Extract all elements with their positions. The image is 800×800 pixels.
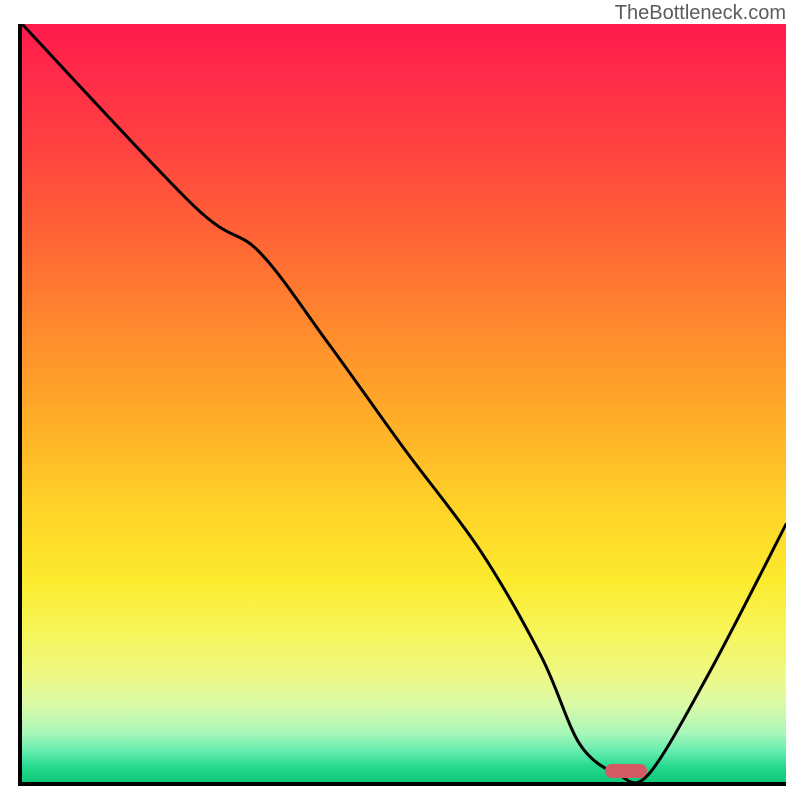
- curve-path: [22, 24, 786, 782]
- optimum-marker: [605, 764, 647, 778]
- curve-svg: [22, 24, 786, 782]
- plot-area: [18, 24, 786, 786]
- chart-stage: TheBottleneck.com: [0, 0, 800, 800]
- watermark-text: TheBottleneck.com: [615, 2, 786, 25]
